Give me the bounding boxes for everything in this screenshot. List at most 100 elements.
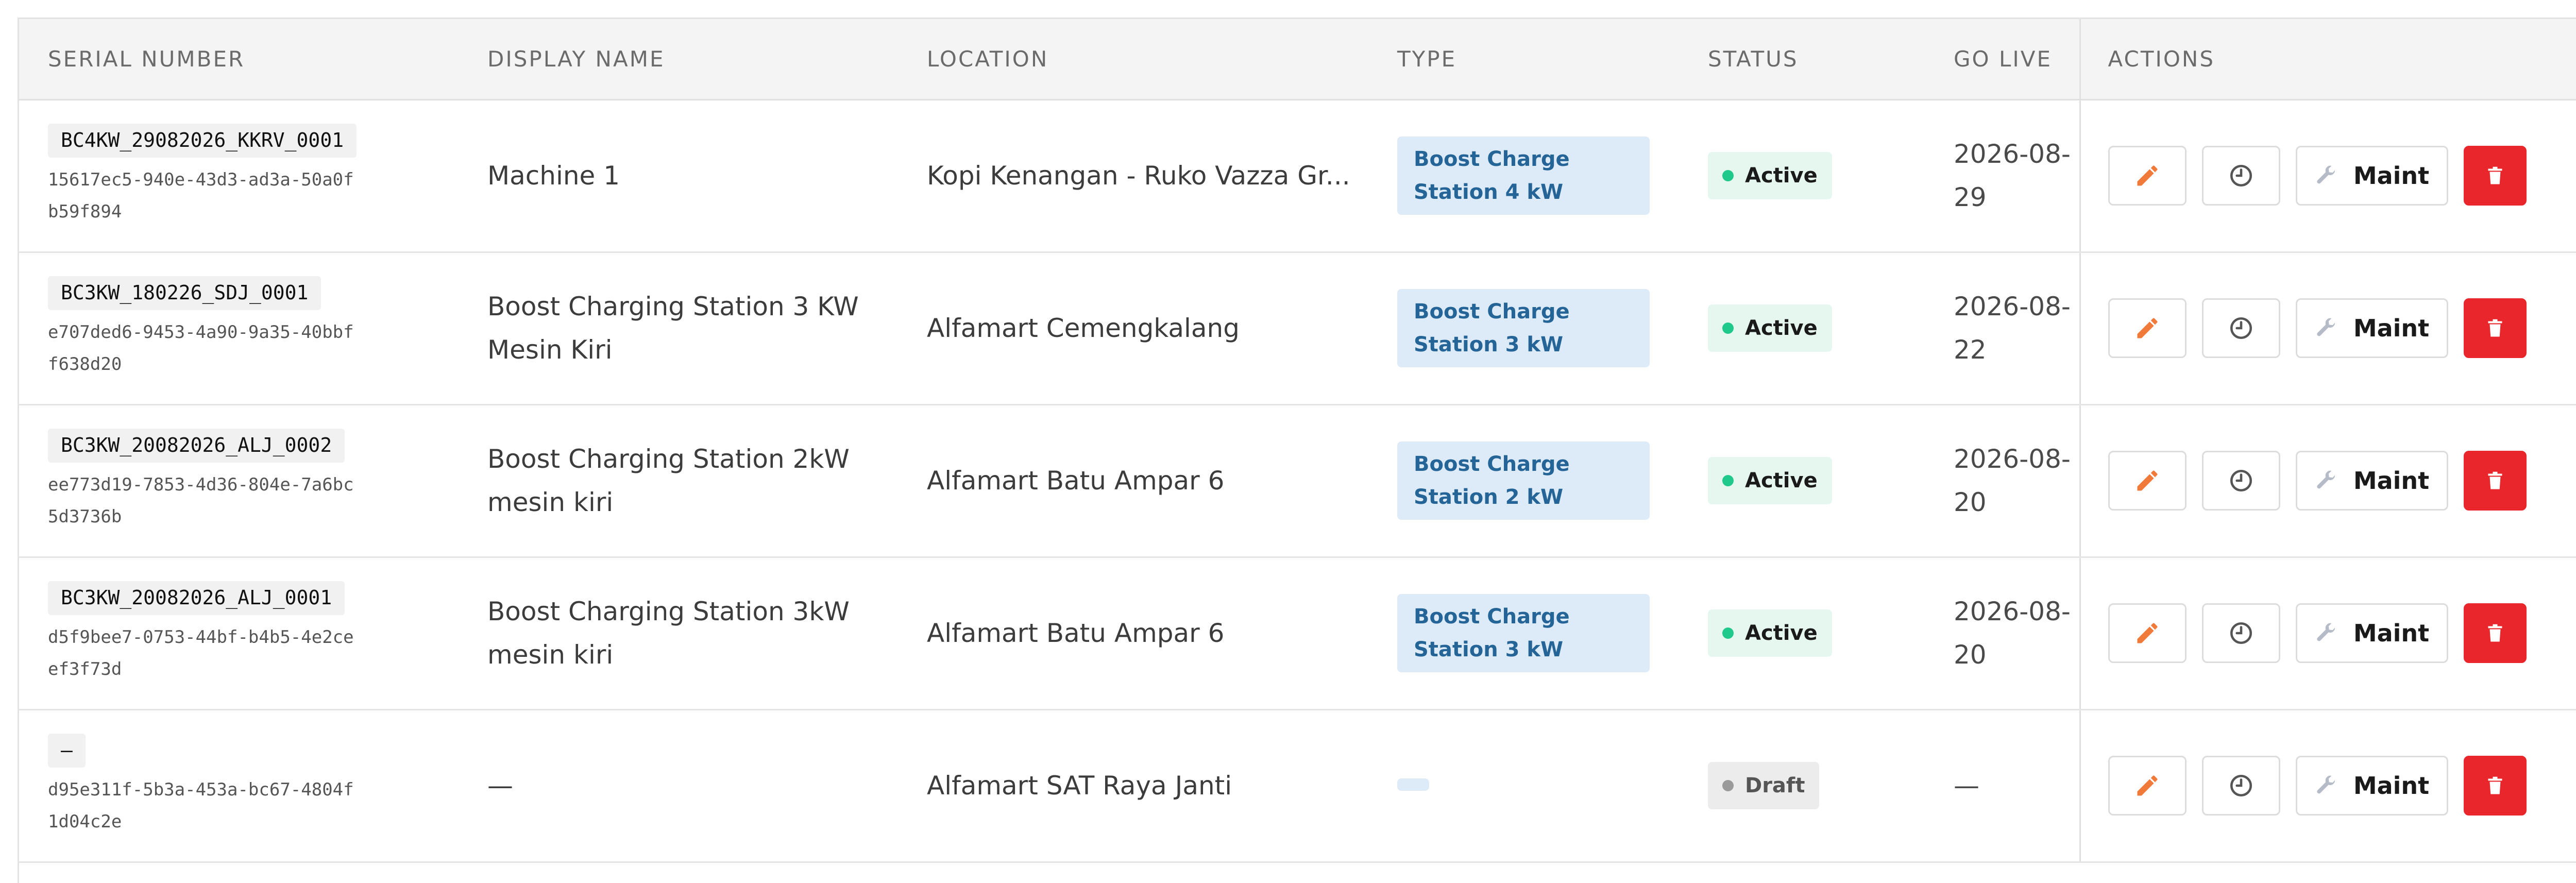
pencil-icon [2134, 315, 2161, 342]
status-badge: Draft [1708, 762, 1819, 809]
serial-number: BC4KW_29082026_KKRV_0001 [48, 124, 357, 158]
history-button[interactable] [2202, 146, 2280, 206]
location: Alfamart Batu Ampar 6 [927, 459, 1368, 502]
location-cell: Alfamart Batu Ampar 6 [898, 557, 1368, 709]
actions-cell: Maint [2080, 709, 2576, 862]
location: Alfamart Cemengkalang [927, 307, 1368, 350]
display-name: Boost Charging Station 3kW mesin kiri [487, 590, 898, 676]
delete-button[interactable] [2464, 451, 2527, 511]
display-name: Boost Charging Station 3 KW Mesin Kiri [487, 285, 898, 371]
location-cell: Alfamart SAT Raya Janti [898, 709, 1368, 862]
serial-number: BC3KW_180226_SDJ_0001 [48, 276, 321, 310]
serial-cell: BC3KW_180226_SDJ_0001 e707ded6-9453-4a90… [19, 252, 459, 404]
machines-table: SERIAL NUMBER DISPLAY NAME LOCATION TYPE… [19, 19, 2576, 863]
row-actions: Maint [2108, 603, 2576, 663]
type-cell [1368, 709, 1679, 862]
display-name: — [487, 764, 898, 807]
maintenance-label: Maint [2353, 619, 2429, 647]
edit-button[interactable] [2108, 451, 2187, 511]
machines-table-container: SERIAL NUMBER DISPLAY NAME LOCATION TYPE… [18, 18, 2576, 883]
go-live-date: 2026-08-22 [1954, 285, 2072, 371]
status-badge: Active [1708, 304, 1832, 352]
serial-cell: — d95e311f-5b3a-453a-bc67-4804f1d04c2e [19, 709, 459, 862]
history-button[interactable] [2202, 603, 2280, 663]
trash-icon [2487, 319, 2503, 337]
status-label: Active [1745, 316, 1818, 340]
actions-cell: Maint [2080, 557, 2576, 709]
row-actions: Maint [2108, 756, 2576, 816]
type-badge: Boost Charge Station 2 kW [1397, 441, 1650, 520]
actions-cell: Maint [2080, 252, 2576, 404]
go-live-cell: 2026-08-20 [1925, 557, 2080, 709]
delete-button[interactable] [2464, 298, 2527, 358]
wrench-icon [2314, 469, 2338, 493]
edit-button[interactable] [2108, 603, 2187, 663]
actions-cell: Maint [2080, 404, 2576, 557]
serial-number: — [48, 734, 86, 768]
location: Alfamart SAT Raya Janti [927, 764, 1368, 807]
go-live-date: 2026-08-29 [1954, 132, 2072, 219]
name-cell: Boost Charging Station 3 KW Mesin Kiri [459, 252, 898, 404]
maintenance-button[interactable]: Maint [2296, 603, 2448, 663]
delete-button[interactable] [2464, 603, 2527, 663]
type-badge [1397, 778, 1429, 791]
maintenance-button[interactable]: Maint [2296, 298, 2448, 358]
serial-cell: BC3KW_20082026_ALJ_0002 ee773d19-7853-4d… [19, 404, 459, 557]
clock-icon [2228, 163, 2254, 189]
edit-button[interactable] [2108, 146, 2187, 206]
maintenance-button[interactable]: Maint [2296, 451, 2448, 511]
machine-uuid: e707ded6-9453-4a90-9a35-40bbff638d20 [48, 316, 357, 380]
delete-button[interactable] [2464, 146, 2527, 206]
status-cell: Active [1679, 99, 1925, 252]
go-live-cell: 2026-08-22 [1925, 252, 2080, 404]
machine-uuid: d95e311f-5b3a-453a-bc67-4804f1d04c2e [48, 774, 357, 838]
location: Kopi Kenangan - Ruko Vazza Gr... [927, 154, 1368, 197]
trash-icon [2487, 624, 2503, 642]
status-dot-icon [1722, 627, 1734, 639]
edit-button[interactable] [2108, 756, 2187, 816]
history-button[interactable] [2202, 298, 2280, 358]
wrench-icon [2314, 621, 2338, 645]
header-actions: ACTIONS [2080, 19, 2576, 99]
display-name: Machine 1 [487, 154, 898, 197]
wrench-icon [2314, 774, 2338, 797]
go-live-cell: — [1925, 709, 2080, 862]
table-row: BC3KW_180226_SDJ_0001 e707ded6-9453-4a90… [19, 252, 2576, 404]
header-status: STATUS [1679, 19, 1925, 99]
wrench-icon [2314, 164, 2338, 188]
trash-icon [2487, 776, 2503, 795]
status-label: Active [1745, 621, 1818, 645]
table-row: — d95e311f-5b3a-453a-bc67-4804f1d04c2e —… [19, 709, 2576, 862]
header-display-name: DISPLAY NAME [459, 19, 898, 99]
status-dot-icon [1722, 170, 1734, 181]
go-live-cell: 2026-08-29 [1925, 99, 2080, 252]
clock-icon [2228, 620, 2254, 646]
history-button[interactable] [2202, 451, 2280, 511]
table-row: BC3KW_20082026_ALJ_0001 d5f9bee7-0753-44… [19, 557, 2576, 709]
status-cell: Active [1679, 252, 1925, 404]
maintenance-button[interactable]: Maint [2296, 146, 2448, 206]
maintenance-label: Maint [2353, 314, 2429, 342]
name-cell: Boost Charging Station 3kW mesin kiri [459, 557, 898, 709]
type-cell: Boost Charge Station 3 kW [1368, 557, 1679, 709]
go-live-date: 2026-08-20 [1954, 590, 2072, 676]
status-badge: Active [1708, 152, 1832, 199]
table-header-row: SERIAL NUMBER DISPLAY NAME LOCATION TYPE… [19, 19, 2576, 99]
location-cell: Kopi Kenangan - Ruko Vazza Gr... [898, 99, 1368, 252]
header-location: LOCATION [898, 19, 1368, 99]
delete-button[interactable] [2464, 756, 2527, 816]
location-cell: Alfamart Batu Ampar 6 [898, 404, 1368, 557]
header-type: TYPE [1368, 19, 1679, 99]
table-body: BC4KW_29082026_KKRV_0001 15617ec5-940e-4… [19, 99, 2576, 862]
go-live-date: 2026-08-20 [1954, 437, 2072, 524]
machine-uuid: ee773d19-7853-4d36-804e-7a6bc5d3736b [48, 469, 357, 533]
edit-button[interactable] [2108, 298, 2187, 358]
status-badge: Active [1708, 457, 1832, 504]
row-actions: Maint [2108, 146, 2576, 206]
pencil-icon [2134, 162, 2161, 189]
type-cell: Boost Charge Station 2 kW [1368, 404, 1679, 557]
serial-cell: BC3KW_20082026_ALJ_0001 d5f9bee7-0753-44… [19, 557, 459, 709]
maintenance-button[interactable]: Maint [2296, 756, 2448, 816]
history-button[interactable] [2202, 756, 2280, 816]
serial-number: BC3KW_20082026_ALJ_0001 [48, 581, 345, 615]
